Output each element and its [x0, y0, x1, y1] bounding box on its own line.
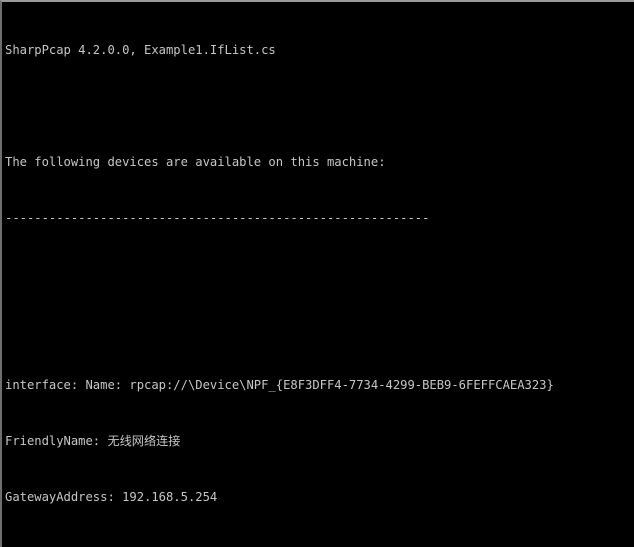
console-window[interactable]: SharpPcap 4.2.0.0, Example1.IfList.cs Th… — [0, 0, 634, 547]
console-line: interface: Name: rpcap://\Device\NPF_{E8… — [5, 378, 554, 393]
console-line: The following devices are available on t… — [5, 154, 386, 169]
console-output-text: SharpPcap 4.2.0.0, Example1.IfList.cs Th… — [5, 4, 634, 547]
console-line: GatewayAddress: 192.168.5.254 — [5, 490, 218, 505]
console-line: FriendlyName: 无线网络连接 — [5, 434, 181, 449]
console-line: SharpPcap 4.2.0.0, Example1.IfList.cs — [5, 43, 276, 58]
console-line: ----------------------------------------… — [5, 210, 430, 225]
